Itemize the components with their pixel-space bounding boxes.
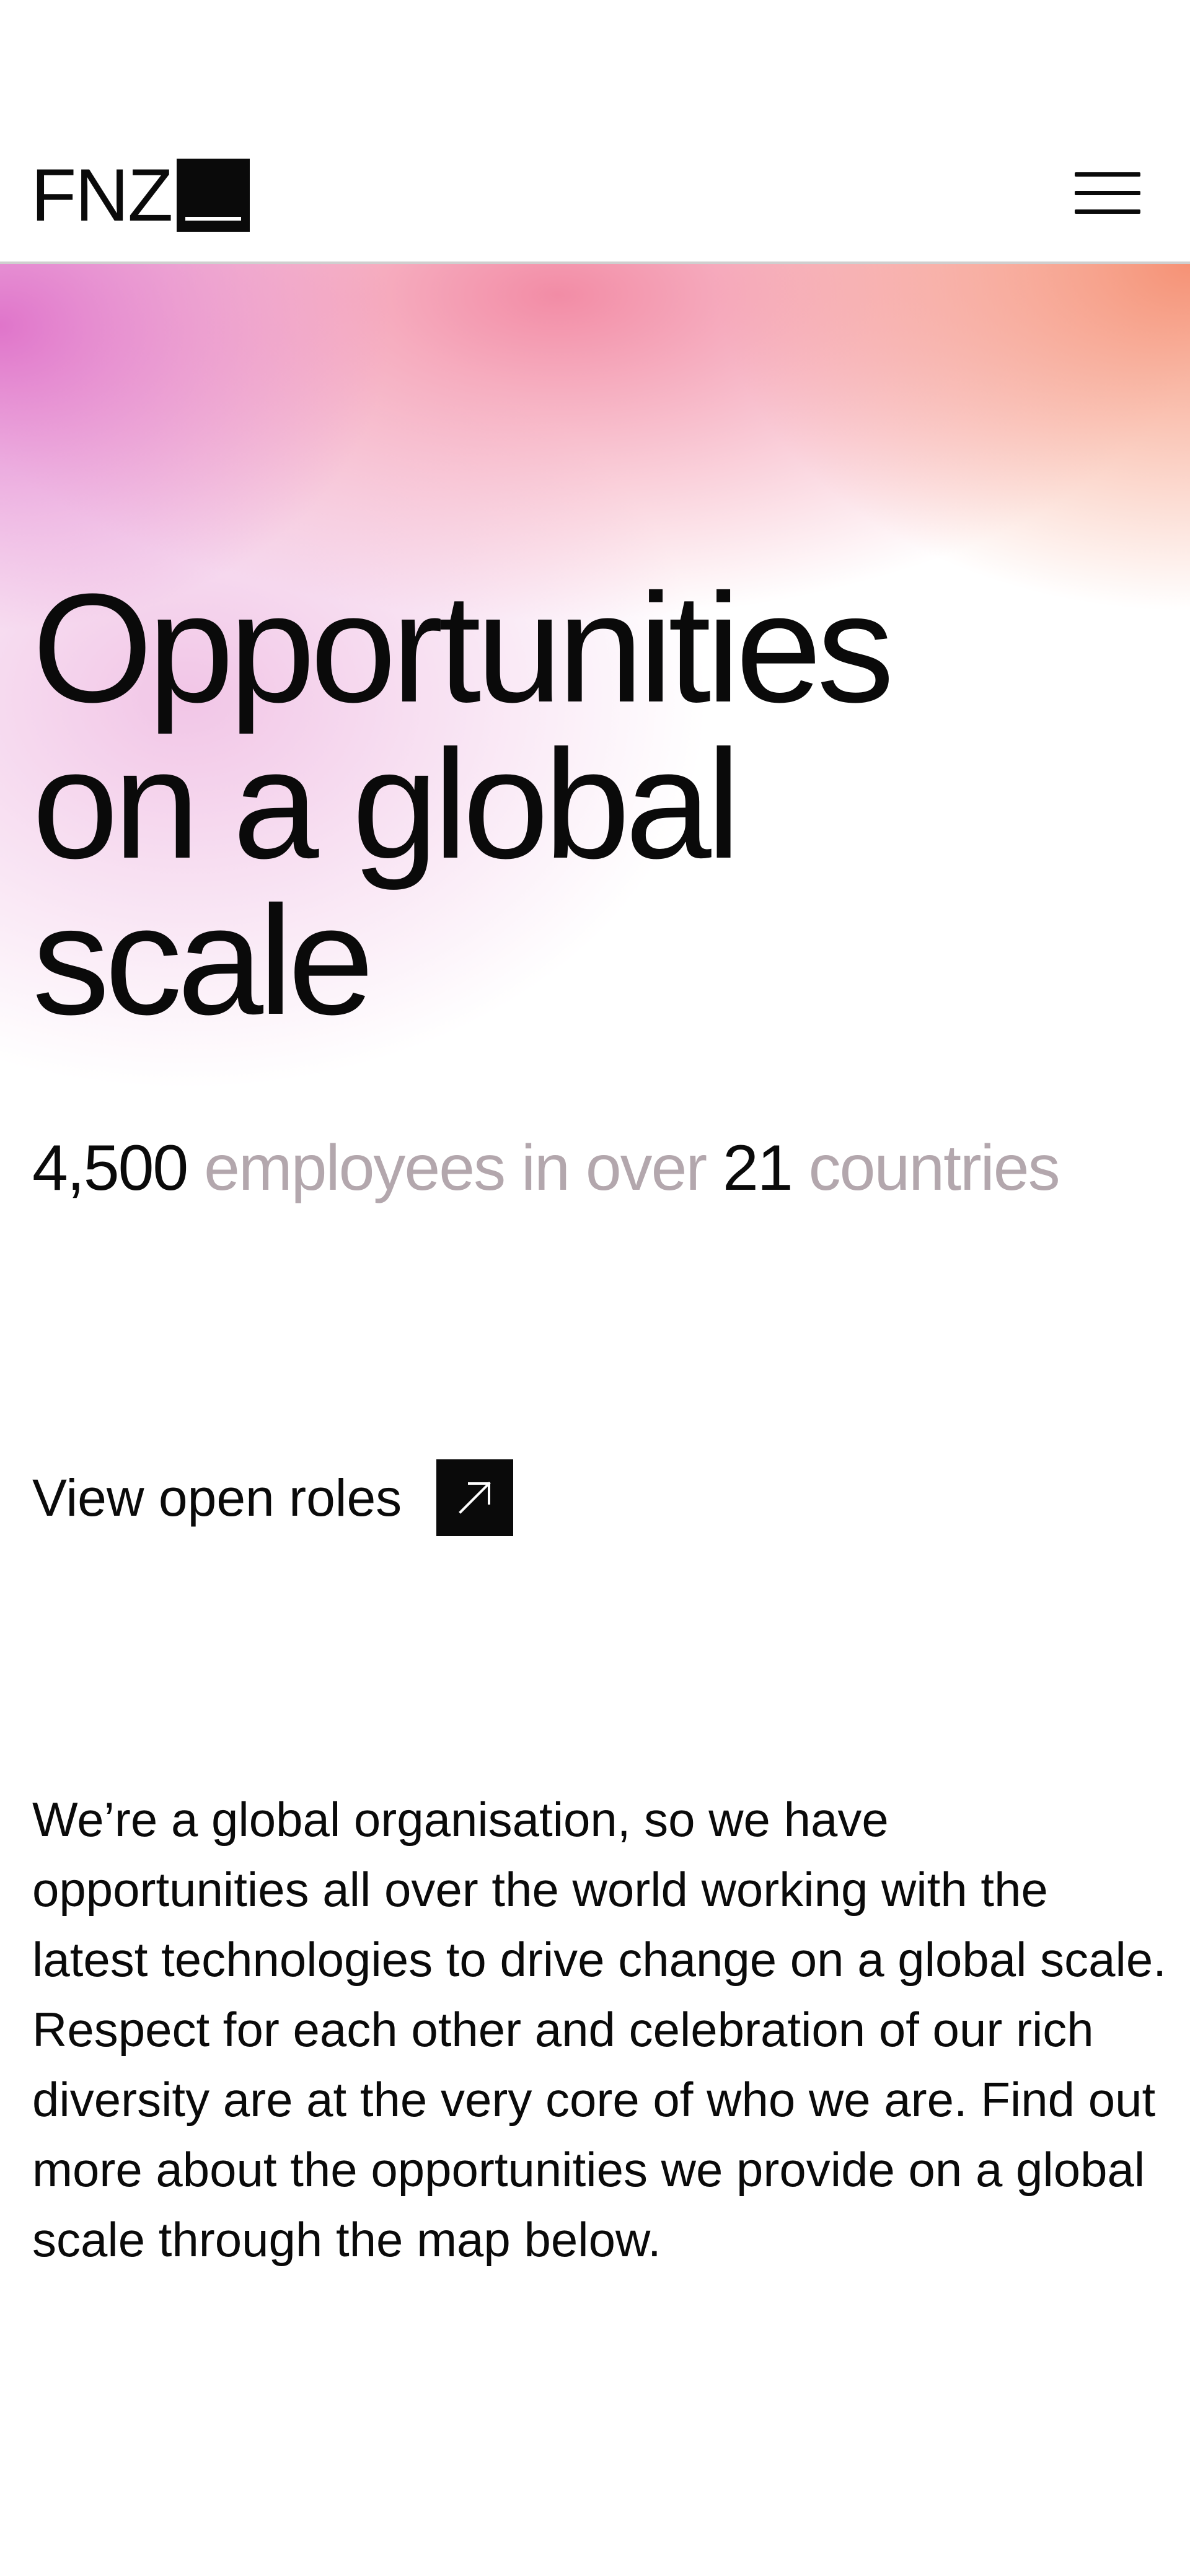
menu-line — [1075, 191, 1140, 195]
fnz-logo[interactable]: FNZ — [31, 158, 250, 232]
logo-mark — [177, 159, 250, 232]
countries-text: countries — [791, 1132, 1060, 1204]
headline-line: scale — [32, 874, 374, 1047]
view-open-roles-link[interactable]: View open roles — [32, 1459, 514, 1536]
cta-label: View open roles — [32, 1469, 402, 1527]
site-header: FNZ — [0, 0, 1190, 264]
countries-count: 21 — [723, 1132, 793, 1204]
logo-text: FNZ — [31, 154, 173, 237]
employees-text: employees in over — [187, 1132, 723, 1204]
company-stats: 4,500 employees in over 21 countries — [32, 1128, 1060, 1208]
intro-paragraph: We’re a global organisation, so we have … — [32, 1792, 1166, 2267]
employees-count: 4,500 — [32, 1132, 188, 1204]
menu-line — [1075, 209, 1140, 214]
menu-line — [1075, 172, 1140, 177]
hamburger-menu-icon[interactable] — [1075, 169, 1140, 218]
arrow-up-right-icon[interactable] — [436, 1459, 514, 1536]
headline-line: on a global — [32, 718, 741, 890]
page-title: Opportunities on a global scale — [32, 561, 894, 1047]
headline-line: Opportunities — [32, 561, 894, 734]
